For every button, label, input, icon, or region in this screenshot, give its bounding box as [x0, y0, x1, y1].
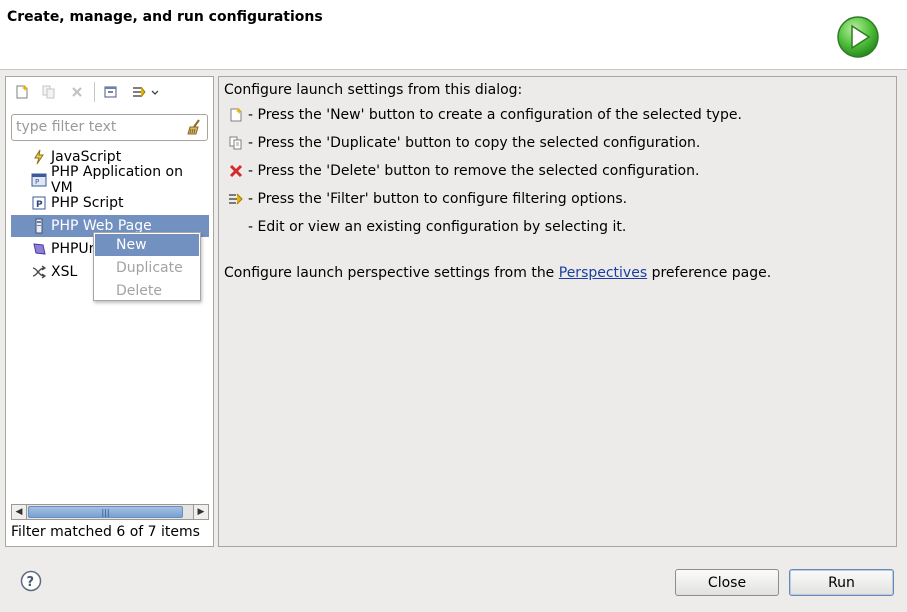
php-application-icon: P: [31, 172, 47, 188]
php-script-icon: P: [31, 195, 47, 211]
tree-item-php-application-on-vm[interactable]: P PHP Application on VM: [11, 164, 209, 196]
scroll-right-icon[interactable]: ▶: [193, 505, 208, 519]
page-title: Create, manage, and run configurations: [7, 9, 323, 25]
help-line-text: - Press the 'Delete' button to remove th…: [248, 163, 700, 179]
help-line-edit: - Edit or view an existing configuration…: [228, 217, 626, 237]
help-line-duplicate: - Press the 'Duplicate' button to copy t…: [228, 133, 700, 153]
perspectives-link[interactable]: Perspectives: [559, 265, 647, 281]
filter-input[interactable]: [16, 118, 181, 136]
php-web-page-icon: [31, 218, 47, 234]
filter-icon: [228, 191, 244, 207]
tree-item-label: XSL: [51, 264, 78, 280]
menu-item-delete[interactable]: Delete: [95, 280, 199, 302]
clear-filter-icon[interactable]: [186, 118, 204, 136]
config-toolbar: [6, 78, 212, 106]
run-icon: [837, 16, 879, 58]
menu-item-duplicate[interactable]: Duplicate: [95, 257, 199, 279]
filter-status-text: Filter matched 6 of 7 items: [11, 524, 200, 540]
phpunit-icon: [31, 241, 47, 257]
svg-text:P: P: [36, 200, 43, 210]
delete-config-icon[interactable]: [66, 81, 88, 103]
help-line-filter: - Press the 'Filter' button to configure…: [228, 189, 627, 209]
help-icon[interactable]: ?: [20, 570, 42, 592]
menu-item-new[interactable]: New: [95, 234, 199, 256]
help-line-delete: - Press the 'Delete' button to remove th…: [228, 161, 699, 181]
dialog-header: Create, manage, and run configurations: [0, 0, 907, 70]
new-icon: [228, 107, 244, 123]
run-button[interactable]: Run: [789, 569, 894, 596]
tree-item-php-script[interactable]: P PHP Script: [11, 192, 209, 214]
svg-text:P: P: [35, 178, 39, 186]
xsl-icon: [31, 264, 47, 280]
filter-input-box[interactable]: [11, 114, 208, 141]
close-button[interactable]: Close: [675, 569, 779, 596]
context-menu: New Duplicate Delete: [93, 232, 201, 301]
help-line-new: - Press the 'New' button to create a con…: [228, 105, 742, 125]
help-line-text: - Press the 'Filter' button to configure…: [248, 191, 628, 207]
tree-horizontal-scrollbar[interactable]: ◀ ||| ▶: [11, 504, 209, 520]
help-line-text: - Press the 'New' button to create a con…: [248, 107, 742, 123]
scroll-left-icon[interactable]: ◀: [12, 505, 27, 519]
delete-icon: [228, 163, 244, 179]
help-line-text: - Press the 'Duplicate' button to copy t…: [248, 135, 701, 151]
duplicate-config-icon[interactable]: [38, 81, 60, 103]
tree-item-label: PHP Script: [51, 195, 124, 211]
svg-text:?: ?: [27, 575, 35, 590]
duplicate-icon: [228, 135, 244, 151]
toolbar-separator: [94, 82, 95, 102]
collapse-all-icon[interactable]: [100, 81, 122, 103]
javascript-icon: [31, 149, 47, 165]
new-config-icon[interactable]: [11, 81, 33, 103]
tree-item-label: JavaScript: [51, 149, 122, 165]
scrollbar-thumb[interactable]: |||: [28, 506, 183, 518]
help-intro-text: Configure launch settings from this dial…: [224, 82, 523, 98]
help-line-text: - Edit or view an existing configuration…: [248, 219, 627, 235]
filter-icon[interactable]: [130, 81, 160, 103]
perspective-settings-text: Configure launch perspective settings fr…: [224, 265, 772, 281]
